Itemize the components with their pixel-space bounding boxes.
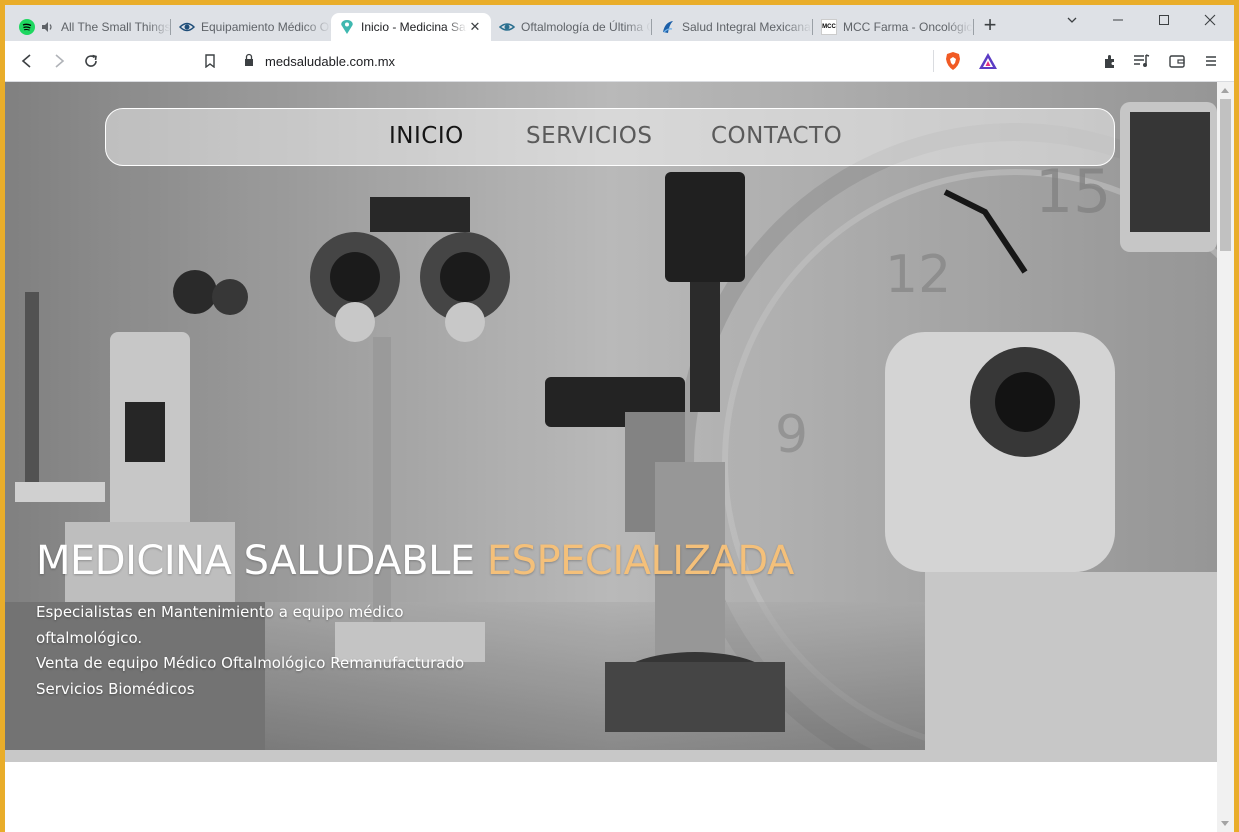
maximize-button[interactable] — [1152, 9, 1176, 33]
spotify-icon — [19, 19, 35, 35]
tab-separator — [973, 19, 974, 35]
forward-button[interactable] — [47, 49, 71, 73]
omnibox-divider — [933, 50, 934, 72]
nav-link-contacto[interactable]: CONTACTO — [711, 123, 842, 149]
nav-link-inicio[interactable]: INICIO — [389, 123, 464, 149]
hero-title: MEDICINA SALUDABLE ESPECIALIZADA — [36, 538, 794, 584]
extensions-icon[interactable] — [1098, 49, 1122, 73]
brave-shields-icon[interactable] — [944, 51, 962, 76]
tab-salud-integral[interactable]: Salud Integral Mexicana — [652, 13, 812, 41]
new-tab-button[interactable]: + — [979, 14, 1001, 37]
brave-rewards-icon[interactable] — [978, 52, 998, 75]
tab-title: All The Small Things — [61, 20, 171, 34]
main-navbar: INICIO SERVICIOS CONTACTO — [105, 108, 1115, 166]
eye-icon — [499, 19, 515, 35]
lock-icon — [243, 53, 255, 72]
address-bar[interactable]: medsaludable.com.mx — [233, 48, 1006, 74]
minimize-button[interactable] — [1106, 9, 1130, 33]
tab-title: Equipamiento Médico Oftalmológico — [201, 20, 331, 34]
scroll-down-arrow-icon[interactable] — [1221, 821, 1229, 826]
tab-title: Oftalmología de Última Generación — [521, 20, 651, 34]
media-control-icon[interactable] — [1130, 49, 1154, 73]
tab-search-icon[interactable] — [1060, 9, 1084, 33]
tab-strip: All The Small Things Equipamiento Médico… — [5, 5, 1234, 41]
hero-line: Servicios Biomédicos — [36, 679, 195, 698]
tab-mcc-farma[interactable]: MCC MCC Farma - Oncológicos — [813, 13, 973, 41]
wallet-icon[interactable] — [1165, 49, 1189, 73]
bookmark-icon[interactable] — [198, 49, 222, 73]
scroll-thumb[interactable] — [1220, 99, 1231, 251]
page-viewport: 15 12 9 INICIO SERVICIOS CONTACTO MEDICI… — [5, 82, 1217, 832]
close-tab-icon[interactable]: ✕ — [467, 19, 483, 35]
browser-toolbar: medsaludable.com.mx — [5, 41, 1234, 82]
hero-line: Especialistas en Mantenimiento a equipo … — [36, 603, 404, 621]
back-button[interactable] — [15, 49, 39, 73]
eye-icon — [179, 19, 195, 35]
page-scrollbar[interactable] — [1217, 82, 1234, 832]
tab-oftalmologia[interactable]: Oftalmología de Última Generación — [491, 13, 651, 41]
tab-inicio-medicina[interactable]: Inicio - Medicina Saludable ✕ — [331, 13, 491, 41]
hero-section: 15 12 9 INICIO SERVICIOS CONTACTO MEDICI… — [5, 82, 1217, 750]
hero-line: Venta de equipo Médico Oftalmológico Rem… — [36, 654, 465, 672]
reload-button[interactable] — [79, 49, 103, 73]
section-divider — [5, 750, 1217, 762]
tab-title: Inicio - Medicina Saludable — [361, 20, 467, 34]
tab-title: Salud Integral Mexicana — [682, 20, 811, 34]
hero-line: oftalmológico. — [36, 628, 143, 647]
hero-title-main: MEDICINA SALUDABLE — [36, 538, 475, 584]
url-text: medsaludable.com.mx — [265, 53, 396, 69]
menu-icon[interactable] — [1199, 49, 1223, 73]
close-window-button[interactable] — [1198, 9, 1222, 33]
scroll-up-arrow-icon[interactable] — [1221, 88, 1229, 93]
salud-logo-icon — [660, 19, 676, 35]
hero-title-accent: ESPECIALIZADA — [486, 538, 794, 584]
tab-equipamiento[interactable]: Equipamiento Médico Oftalmológico — [171, 13, 331, 41]
mcc-logo-icon: MCC — [821, 19, 837, 35]
hero-description: Especialistas en Mantenimiento a equipo … — [36, 600, 496, 702]
medicina-logo-icon — [339, 19, 355, 35]
tab-spotify[interactable]: All The Small Things — [11, 13, 171, 41]
nav-link-servicios[interactable]: SERVICIOS — [526, 123, 652, 149]
speaker-icon[interactable] — [39, 19, 55, 35]
mcc-logo-text: MCC — [822, 24, 836, 30]
tab-title: MCC Farma - Oncológicos — [843, 20, 973, 34]
browser-window: All The Small Things Equipamiento Médico… — [5, 5, 1234, 832]
